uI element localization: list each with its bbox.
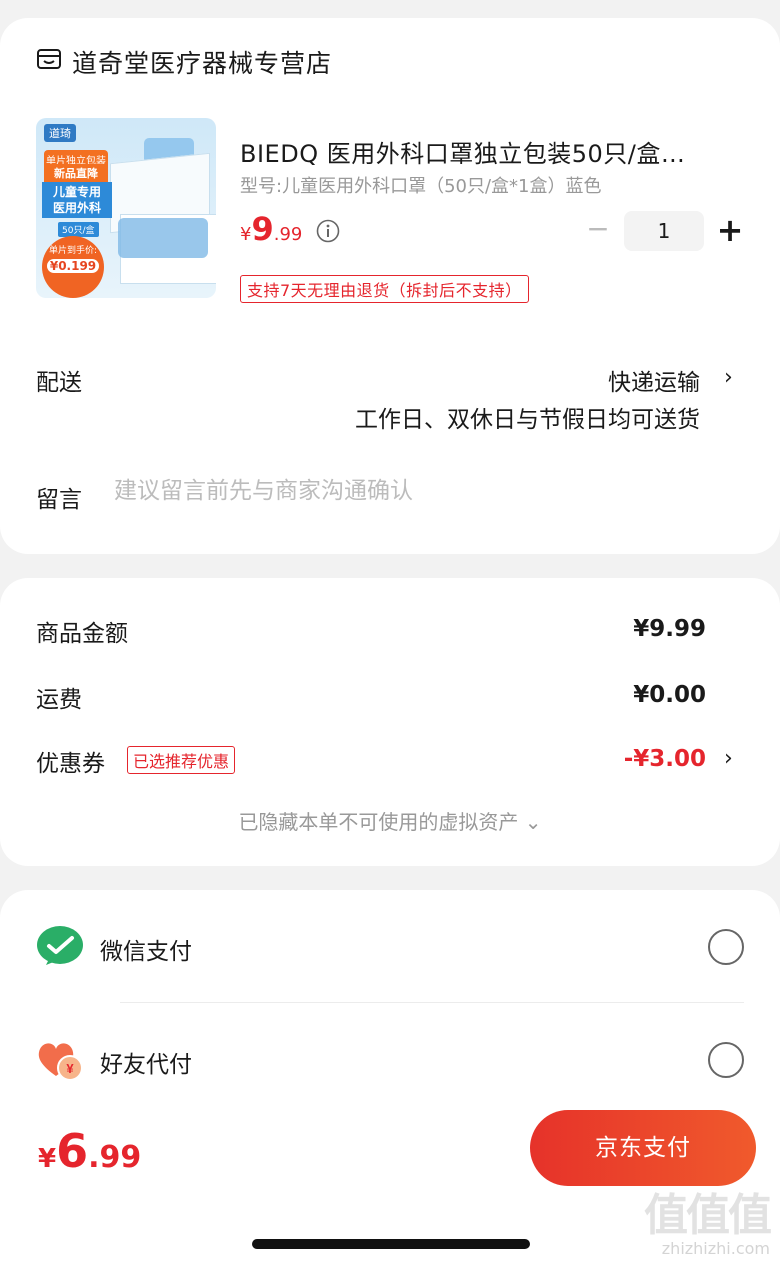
shipping-fee-value: ¥0.00 — [633, 682, 706, 708]
jd-pay-button[interactable]: 京东支付 — [530, 1110, 756, 1186]
badge-label: 单片到手价: — [48, 246, 98, 256]
coupon-label[interactable]: 优惠券 — [36, 744, 105, 778]
thumbnail-main-tag: 儿童专用 医用外科 — [42, 182, 112, 218]
quantity-decrease-button[interactable]: − — [586, 214, 610, 244]
thumbnail-brand: 道琦 — [44, 124, 76, 142]
wechat-pay-icon — [37, 926, 83, 965]
hidden-assets-toggle[interactable]: 已隐藏本单不可使用的虚拟资产 ⌄ — [0, 806, 780, 835]
svg-text:¥: ¥ — [66, 1061, 74, 1076]
unit-price-badge: 单片到手价: ¥0.199 — [42, 236, 104, 298]
friend-pay-radio[interactable] — [708, 1042, 744, 1078]
product-thumbnail[interactable]: 道琦 单片独立包装 新品直降 儿童专用 医用外科 50只/盒 单片到手价: ¥0… — [36, 118, 216, 298]
goods-amount-label: 商品金额 — [36, 621, 128, 647]
total-integer: 6 — [56, 1124, 89, 1178]
coupon-selected-tag[interactable]: 已选推荐优惠 — [127, 746, 236, 774]
product-price: ¥9.99 — [240, 210, 302, 248]
badge-price: ¥0.199 — [47, 259, 99, 273]
total-price: ¥6.99 — [38, 1124, 141, 1178]
home-indicator[interactable] — [252, 1239, 530, 1249]
message-label: 留言 — [36, 487, 82, 513]
shipping-fee-label: 运费 — [36, 687, 82, 713]
message-input[interactable] — [114, 478, 714, 504]
payment-method-label[interactable]: 好友代付 — [100, 1045, 192, 1079]
watermark: 值值值 zhizhizhi.com — [644, 1190, 772, 1258]
delivery-label: 配送 — [36, 370, 82, 396]
quantity-increase-button[interactable]: + — [716, 212, 744, 248]
payment-methods-card — [0, 890, 780, 1130]
coupon-value[interactable]: -¥3.00 — [624, 746, 706, 772]
chevron-right-icon[interactable]: › — [724, 746, 733, 771]
product-spec[interactable]: 型号:儿童医用外科口罩（50只/盒*1盒）蓝色 — [240, 172, 601, 198]
mask-image — [118, 218, 208, 258]
product-title[interactable]: BIEDQ 医用外科口罩独立包装50只/盒… — [240, 134, 740, 169]
friend-pay-icon: ¥ — [38, 1043, 83, 1081]
price-integer: 9 — [251, 210, 274, 248]
store-icon — [37, 49, 61, 69]
return-policy-tag: 支持7天无理由退货（拆封后不支持） — [240, 275, 529, 303]
chevron-right-icon[interactable]: › — [724, 365, 733, 390]
price-decimal: .99 — [273, 224, 303, 245]
total-decimal: .99 — [88, 1140, 142, 1175]
info-icon[interactable] — [316, 219, 340, 243]
thumbnail-tag: 新品直降 — [44, 164, 108, 182]
store-name[interactable]: 道奇堂医疗器械专营店 — [72, 44, 332, 80]
price-currency: ¥ — [240, 224, 252, 245]
goods-amount-value: ¥9.99 — [633, 616, 706, 642]
divider — [120, 1002, 744, 1003]
delivery-note[interactable]: 工作日、双休日与节假日均可送货 — [355, 400, 700, 434]
wechat-pay-radio[interactable] — [708, 929, 744, 965]
thumbnail-count-tag: 50只/盒 — [58, 222, 99, 237]
total-currency: ¥ — [38, 1144, 57, 1174]
watermark-url: zhizhizhi.com — [661, 1239, 770, 1258]
watermark-logo: 值值值 — [644, 1190, 772, 1241]
quantity-field[interactable]: 1 — [624, 211, 704, 251]
delivery-method[interactable]: 快递运输 — [608, 363, 700, 397]
payment-method-label[interactable]: 微信支付 — [100, 932, 192, 966]
